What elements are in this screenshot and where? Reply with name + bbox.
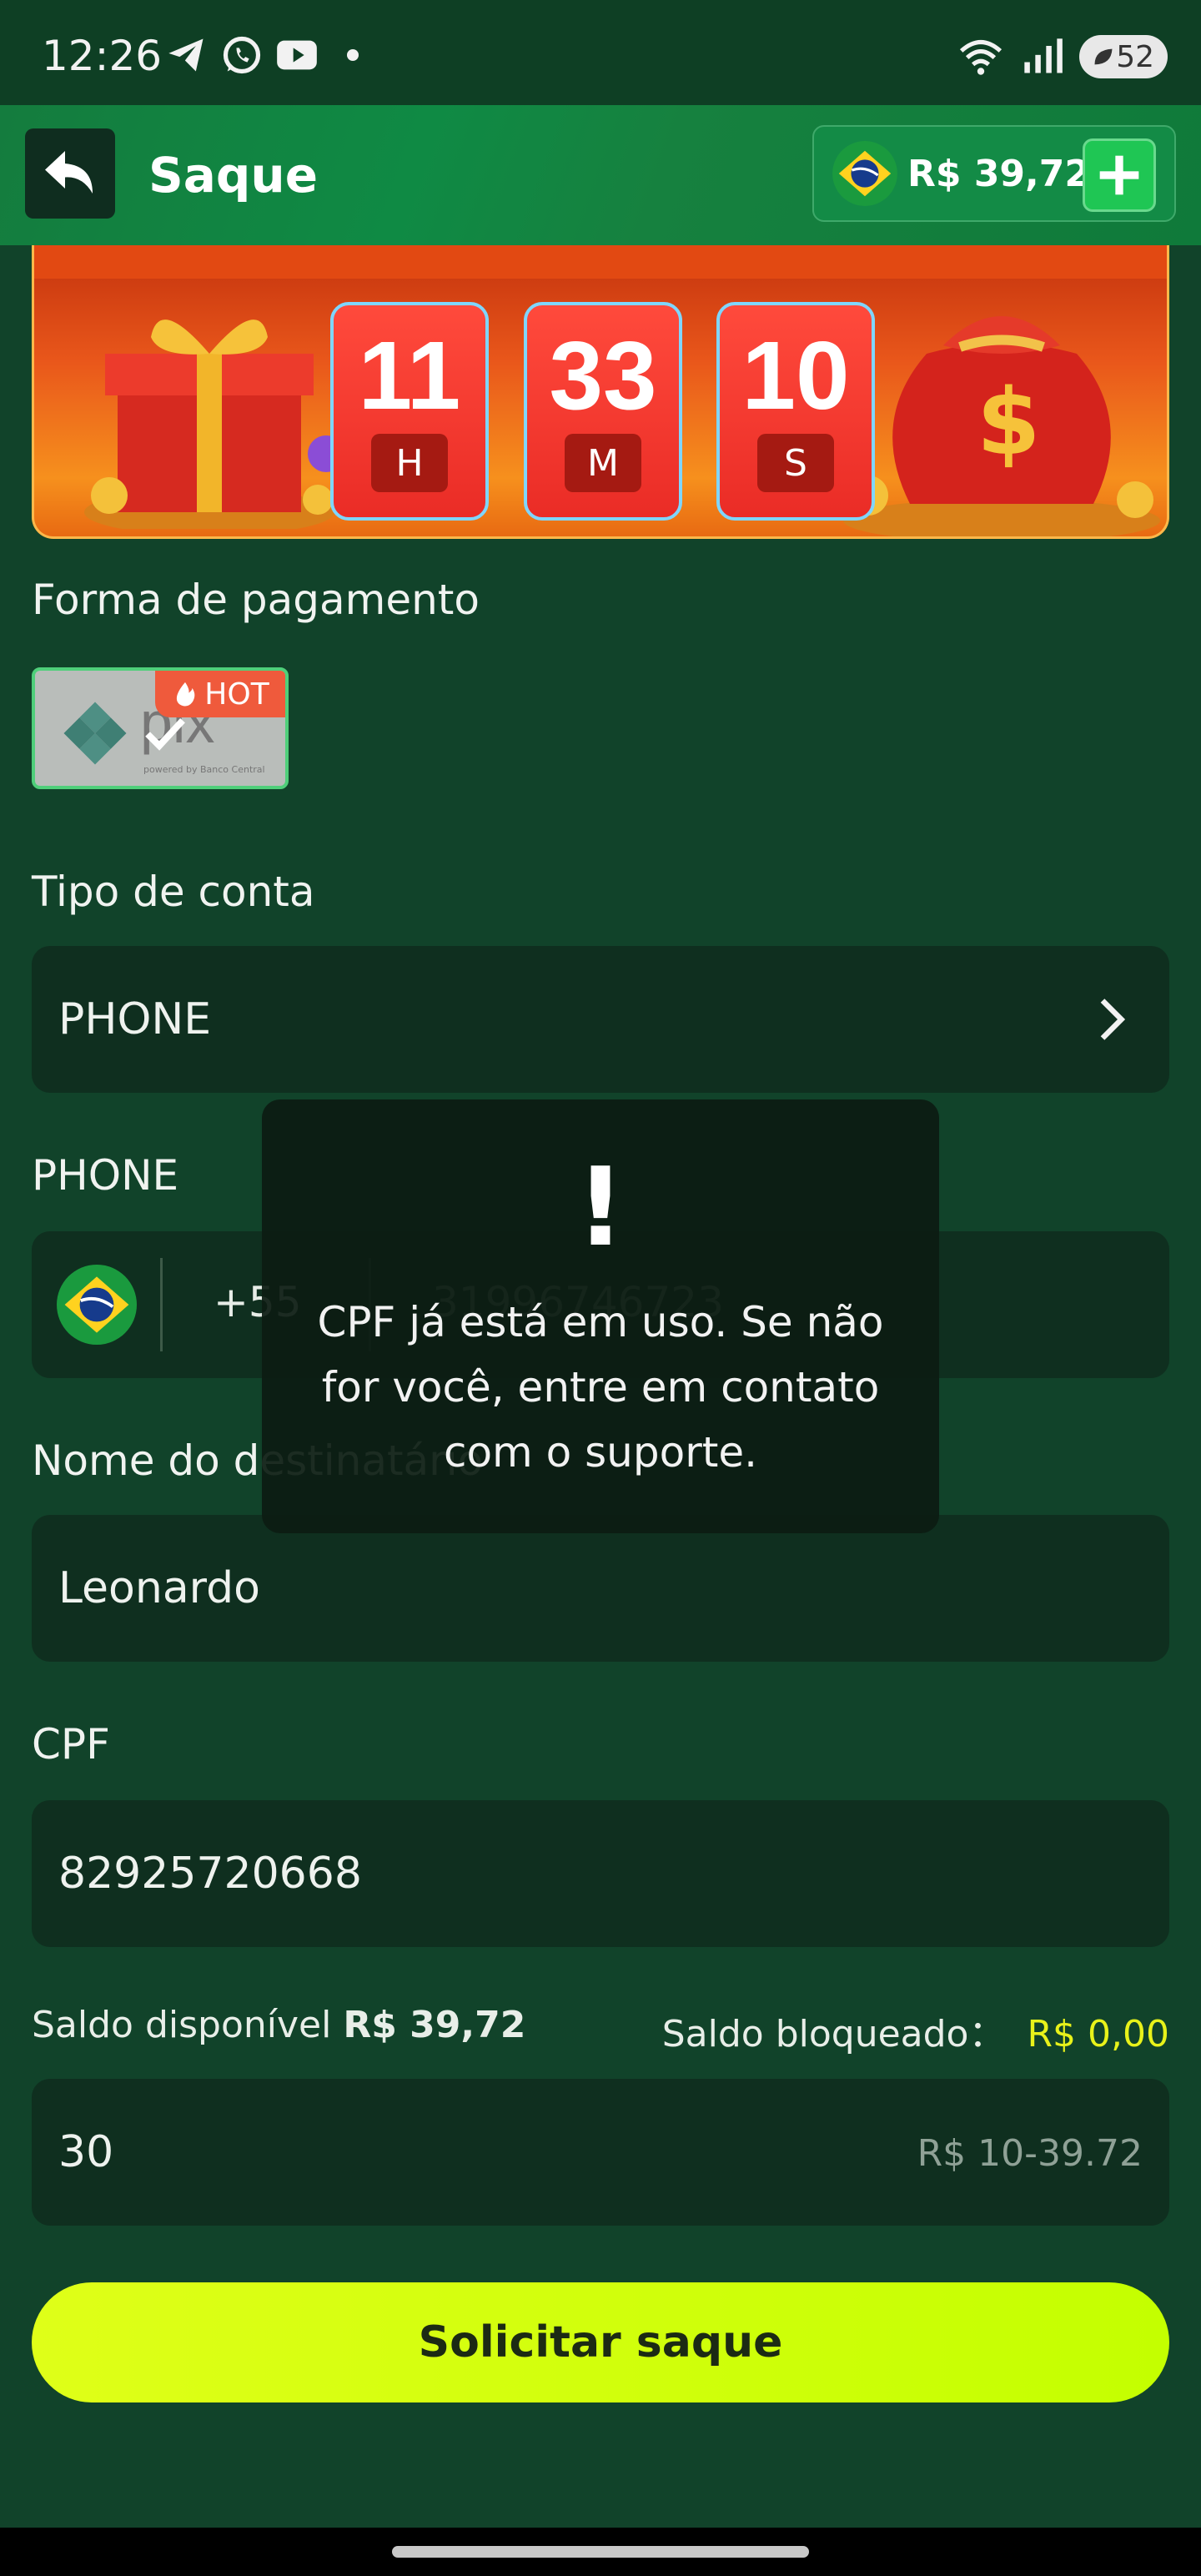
deposit-plus-button[interactable] — [1083, 138, 1156, 212]
blocked-balance-value: R$ 0,00 — [1027, 2013, 1169, 2055]
timer-minutes: 33 M — [524, 302, 682, 521]
timer-hours-unit: H — [371, 434, 448, 492]
brazil-flag-icon — [57, 1265, 137, 1345]
error-toast: ! CPF já está em uso. Se não for você, e… — [262, 1099, 939, 1533]
timer-hours-value: 11 — [358, 321, 461, 430]
gift-box-illustration — [84, 319, 343, 529]
pix-payment-option[interactable]: pix powered by Banco Central HOT — [32, 667, 289, 789]
battery-saver-icon — [1094, 48, 1113, 65]
status-bar: 12:26 52 — [0, 0, 1201, 105]
selected-check-icon — [145, 717, 185, 751]
recipient-name-input[interactable]: Leonardo — [32, 1515, 1169, 1662]
account-type-label: Tipo de conta — [32, 868, 315, 916]
app-header: Saque R$ 39,72 — [0, 105, 1201, 245]
hot-badge: HOT — [155, 671, 285, 717]
phone-divider — [160, 1258, 163, 1351]
withdraw-amount-value: 30 — [58, 2127, 114, 2177]
notification-icons — [165, 33, 359, 77]
recipient-name-value: Leonardo — [58, 1563, 260, 1613]
timer-seconds-value: 10 — [741, 321, 850, 430]
toast-message: CPF já está em uso. Se não for você, ent… — [317, 1298, 884, 1477]
account-type-value: PHONE — [58, 994, 212, 1044]
cpf-label: CPF — [32, 1720, 110, 1768]
timer-minutes-value: 33 — [549, 321, 657, 430]
status-time: 12:26 — [42, 32, 163, 80]
signal-icon — [1024, 38, 1063, 73]
system-icons: 52 — [956, 33, 1168, 80]
battery-level: 52 — [1116, 39, 1154, 74]
account-type-select[interactable]: PHONE — [32, 946, 1169, 1093]
wifi-icon — [959, 39, 1003, 75]
phone-label: PHONE — [32, 1151, 179, 1200]
chevron-right-icon — [1100, 999, 1126, 1040]
withdraw-range-hint: R$ 10-39.72 — [917, 2132, 1143, 2175]
back-arrow-icon — [45, 151, 93, 194]
home-gesture-handle[interactable] — [392, 2546, 809, 2558]
money-bag-illustration: $ — [843, 316, 1160, 536]
cpf-value: 82925720668 — [58, 1849, 362, 1899]
timer-minutes-unit: M — [565, 434, 641, 492]
request-withdraw-button[interactable]: Solicitar saque — [32, 2282, 1169, 2402]
whatsapp-icon — [223, 36, 261, 74]
battery-indicator: 52 — [1079, 35, 1168, 78]
telegram-icon — [168, 38, 204, 72]
brazil-flag-icon — [832, 141, 897, 206]
withdraw-amount-input[interactable]: 30 R$ 10-39.72 — [32, 2079, 1169, 2226]
exclamation-icon: ! — [575, 1144, 626, 1270]
blocked-balance: Saldo bloqueado： R$ 0,00 — [662, 2004, 1169, 2057]
pix-subtitle: powered by Banco Central — [143, 764, 265, 775]
back-button[interactable] — [25, 128, 115, 219]
plus-icon — [1099, 155, 1139, 195]
svg-text:$: $ — [977, 369, 1041, 475]
cpf-input[interactable]: 82925720668 — [32, 1800, 1169, 1947]
available-balance: Saldo disponível R$ 39,72 — [32, 2004, 525, 2046]
more-notifications-dot — [347, 49, 359, 61]
payment-method-label: Forma de pagamento — [32, 576, 480, 624]
page-title: Saque — [148, 147, 319, 204]
timer-hours: 11 H — [330, 302, 489, 521]
available-balance-label: Saldo disponível — [32, 2004, 332, 2046]
pix-logo-icon — [63, 702, 127, 765]
timer-seconds: 10 S — [716, 302, 875, 521]
system-nav-bar — [0, 2528, 1201, 2576]
available-balance-value: R$ 39,72 — [343, 2004, 526, 2046]
youtube-icon — [277, 40, 317, 70]
timer-seconds-unit: S — [757, 434, 834, 492]
promo-banner[interactable]: $ 11 H 33 M 10 S — [32, 245, 1169, 539]
fire-icon — [177, 682, 195, 707]
hot-badge-text: HOT — [204, 677, 269, 712]
header-balance: R$ 39,72 — [907, 152, 1090, 195]
blocked-balance-label: Saldo bloqueado： — [661, 2013, 1006, 2055]
balance-pill[interactable]: R$ 39,72 — [812, 125, 1176, 222]
